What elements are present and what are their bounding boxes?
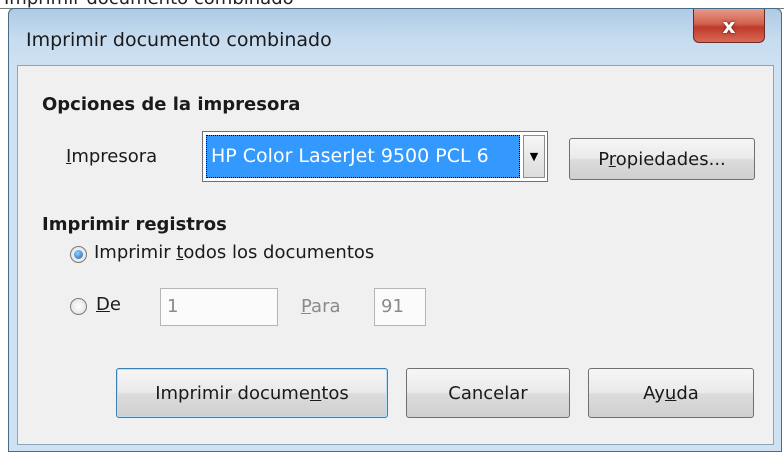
printer-options-heading: Opciones de la impresora — [42, 94, 301, 115]
cancel-button[interactable]: Cancelar — [406, 368, 570, 418]
radio-from-range[interactable] — [70, 298, 87, 315]
close-icon: x — [722, 13, 736, 38]
properties-button[interactable]: Propiedades... — [569, 138, 755, 180]
close-button[interactable]: x — [693, 9, 765, 43]
printer-select-value: HP Color LaserJet 9500 PCL 6 — [206, 135, 520, 178]
radio-from-label[interactable]: De — [96, 294, 121, 315]
properties-button-label: Propiedades... — [598, 148, 726, 170]
cancel-button-label: Cancelar — [448, 382, 528, 404]
from-record-input[interactable]: 1 — [160, 288, 278, 326]
help-button-label: Ayuda — [643, 382, 699, 404]
dropdown-arrow-icon[interactable]: ▼ — [523, 135, 545, 178]
radio-selected-dot — [74, 250, 83, 259]
to-record-input[interactable]: 91 — [374, 288, 426, 326]
to-label: Para — [301, 296, 341, 317]
print-merge-dialog: Imprimir documento combinado x Opciones … — [8, 8, 782, 452]
printer-label: Impresora — [66, 146, 158, 167]
print-documents-button-label: Imprimir documentos — [155, 382, 349, 404]
radio-all-documents[interactable] — [70, 246, 87, 263]
print-records-heading: Imprimir registros — [42, 214, 227, 235]
dialog-title: Imprimir documento combinado — [26, 29, 332, 51]
help-button[interactable]: Ayuda — [588, 368, 754, 418]
radio-all-documents-label[interactable]: Imprimir todos los documentos — [94, 242, 374, 263]
printer-select[interactable]: HP Color LaserJet 9500 PCL 6 ▼ — [202, 131, 548, 182]
print-documents-button[interactable]: Imprimir documentos — [116, 368, 388, 418]
dialog-body: Opciones de la impresora Impresora HP Co… — [17, 65, 774, 445]
title-bar[interactable]: Imprimir documento combinado x — [9, 9, 781, 65]
